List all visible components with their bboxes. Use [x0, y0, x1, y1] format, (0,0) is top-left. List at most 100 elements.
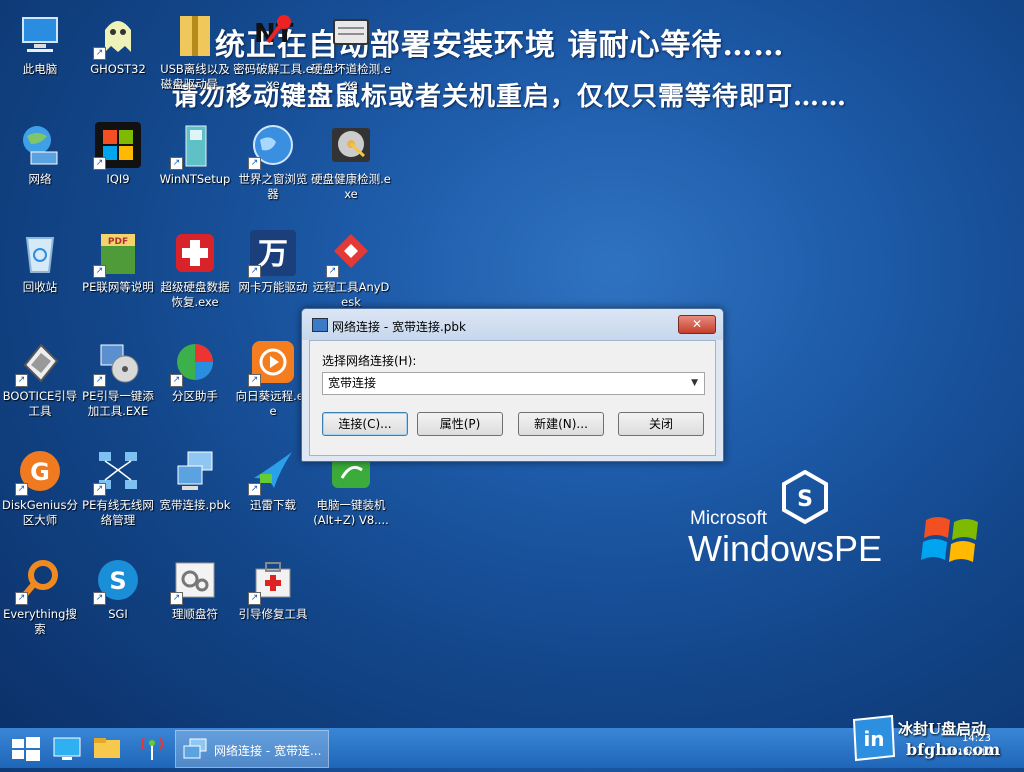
zip-folder-icon — [172, 12, 218, 58]
network-icon — [17, 122, 63, 168]
shortcut-arrow-icon: ↗ — [170, 157, 183, 170]
gears-icon: ↗ — [170, 557, 218, 605]
broadband-icon — [183, 738, 207, 759]
partition-icon: ↗ — [170, 339, 218, 387]
desktop-icon-this-pc[interactable]: 此电脑 — [0, 8, 80, 77]
icon-label: Everything搜索 — [3, 607, 77, 636]
folder-icon — [94, 738, 120, 758]
shortcut-arrow-icon: ↗ — [248, 265, 261, 278]
icon-label: PE联网等说明 — [82, 280, 154, 294]
connection-select-value: 宽带连接 — [328, 376, 377, 390]
desktop-icon-bootice[interactable]: ↗ BOOTICE引导工具 — [0, 335, 80, 419]
desktop-icon-anydesk[interactable]: ↗ 远程工具AnyDesk — [311, 226, 391, 310]
shortcut-arrow-icon: ↗ — [93, 265, 106, 278]
taskbar-wifi-button[interactable] — [134, 728, 170, 768]
desktop-icon-partition-assistant[interactable]: ↗ 分区助手 — [155, 335, 235, 404]
desktop-icon-sgi[interactable]: S ↗ SGI — [78, 553, 158, 622]
windows-start-icon — [12, 737, 40, 761]
svg-text:G: G — [30, 458, 50, 486]
taskbar-clock[interactable]: 14:23 — [962, 733, 991, 744]
icon-label: 网卡万能驱动 — [238, 280, 308, 294]
icon-label: WinNTSetup — [159, 172, 231, 186]
icon-label: PE有线无线网络管理 — [82, 498, 154, 527]
taskbar-item-label: 网络连接 - 宽带连... — [214, 744, 322, 758]
globe-icon: ↗ — [248, 122, 296, 170]
desktop-icon-broadband-pbk[interactable]: 宽带连接.pbk — [155, 444, 235, 513]
desktop-icon-pe-readme[interactable]: PDF ↗ PE联网等说明 — [78, 226, 158, 295]
desktop-icon-drive-letters[interactable]: ↗ 理顺盘符 — [155, 553, 235, 622]
shortcut-arrow-icon: ↗ — [15, 374, 28, 387]
svg-text:S: S — [797, 487, 813, 512]
icon-label: GHOST32 — [90, 62, 146, 76]
icon-label: 电脑一键装机(Alt+Z) V8.... — [313, 498, 389, 527]
watermark: in 冰封U盘启动 bfgho.com — [848, 712, 1024, 768]
chevron-down-icon: ▼ — [691, 378, 698, 388]
taskbar-explorer-button[interactable] — [90, 728, 124, 768]
icon-label: 迅雷下载 — [250, 498, 296, 512]
desktop-icon-everything[interactable]: ↗ Everything搜索 — [0, 553, 80, 637]
desktop-icon-recycle-bin[interactable]: 回收站 — [0, 226, 80, 295]
desktop-icon-nic-driver[interactable]: 万 ↗ 网卡万能驱动 — [233, 226, 313, 295]
connect-button[interactable]: 连接(C)... — [322, 412, 408, 436]
desktop-icon-winntsetup[interactable]: ↗ WinNTSetup — [155, 118, 235, 187]
desktop-icon-password-crack[interactable]: NT 密码破解工具.exe — [233, 8, 313, 92]
taskbar-item-network-connection[interactable]: 网络连接 - 宽带连... — [175, 730, 329, 768]
shortcut-arrow-icon: ↗ — [248, 157, 261, 170]
new-button[interactable]: 新建(N)... — [518, 412, 604, 436]
desktop-icon-data-recovery[interactable]: 超级硬盘数据恢复.exe — [155, 226, 235, 310]
desktop-icon-ghost32[interactable]: ↗ GHOST32 — [78, 8, 158, 77]
setup-icon: ↗ — [170, 122, 218, 170]
svg-text:万: 万 — [258, 237, 288, 272]
shortcut-arrow-icon: ↗ — [93, 483, 106, 496]
properties-button[interactable]: 属性(P) — [417, 412, 503, 436]
desktop-icon-diskgenius[interactable]: G ↗ DiskGenius分区大师 — [0, 444, 80, 528]
taskbar-date[interactable]: 2018/5/17 — [946, 748, 992, 758]
icon-label: 世界之窗浏览器 — [238, 172, 308, 201]
diskgenius-icon: G ↗ — [15, 448, 63, 496]
sgi-icon: S ↗ — [93, 557, 141, 605]
dialog-close-button[interactable]: ✕ — [678, 315, 716, 334]
desktop-icon-bad-sector-check[interactable]: 硬盘坏道检测.exe — [311, 8, 391, 92]
desktop-icon-boot-repair[interactable]: ↗ 引导修复工具 — [233, 553, 313, 622]
svg-text:in: in — [863, 727, 884, 751]
icon-label: USB离线以及磁盘驱动导... — [160, 62, 230, 91]
shortcut-arrow-icon: ↗ — [15, 483, 28, 496]
disc-tool-icon: ↗ — [93, 339, 141, 387]
shortcut-arrow-icon: ↗ — [170, 592, 183, 605]
drive-icon — [328, 12, 374, 58]
shortcut-arrow-icon: ↗ — [248, 483, 261, 496]
network-tree-icon: ↗ — [93, 448, 141, 496]
broadband-icon — [172, 448, 218, 494]
network-connection-dialog[interactable]: 网络连接 - 宽带连接.pbk ✕ 选择网络连接(H): 宽带连接 ▼ 连接(C… — [301, 308, 724, 462]
icon-label: 回收站 — [22, 280, 58, 294]
desktop-icon-hdd-health[interactable]: 硬盘健康检测.exe — [311, 118, 391, 202]
desktop-icon-iqi9[interactable]: ↗ IQI9 — [78, 118, 158, 187]
icon-label: IQI9 — [106, 172, 130, 186]
dialog-titlebar[interactable]: 网络连接 - 宽带连接.pbk ✕ — [302, 309, 723, 340]
desktop-icon-pe-boot-tool[interactable]: ↗ PE引导一键添加工具.EXE — [78, 335, 158, 419]
nt-key-icon: NT — [250, 12, 296, 58]
icon-label: 此电脑 — [22, 62, 58, 76]
computer-icon — [17, 12, 63, 58]
icon-label: BOOTICE引导工具 — [2, 389, 78, 418]
windowspe-logo: S Microsoft WindowsPE — [688, 470, 998, 580]
desktop-icon-theworld-browser[interactable]: ↗ 世界之窗浏览器 — [233, 118, 313, 202]
network-connection-icon — [312, 318, 328, 332]
start-button[interactable] — [8, 728, 42, 768]
sunflower-icon: ↗ — [248, 339, 296, 387]
svg-text:PDF: PDF — [108, 237, 128, 247]
icon-label: 引导修复工具 — [238, 607, 308, 621]
desktop-icon-network-manager[interactable]: ↗ PE有线无线网络管理 — [78, 444, 158, 528]
desktop-icon-usb-drivers[interactable]: USB离线以及磁盘驱动导... — [155, 8, 235, 92]
in-logo-icon: in — [852, 714, 896, 762]
bootice-icon: ↗ — [15, 339, 63, 387]
red-cross-icon — [172, 230, 218, 276]
connection-select[interactable]: 宽带连接 ▼ — [322, 372, 705, 395]
anydesk-icon: ↗ — [326, 230, 374, 278]
close-button[interactable]: 关闭 — [618, 412, 704, 436]
shortcut-arrow-icon: ↗ — [93, 374, 106, 387]
taskbar-desktop-button[interactable] — [50, 728, 84, 768]
desktop-icon-network[interactable]: 网络 — [0, 118, 80, 187]
shortcut-arrow-icon: ↗ — [326, 265, 339, 278]
icon-label: 硬盘坏道检测.exe — [311, 62, 391, 91]
